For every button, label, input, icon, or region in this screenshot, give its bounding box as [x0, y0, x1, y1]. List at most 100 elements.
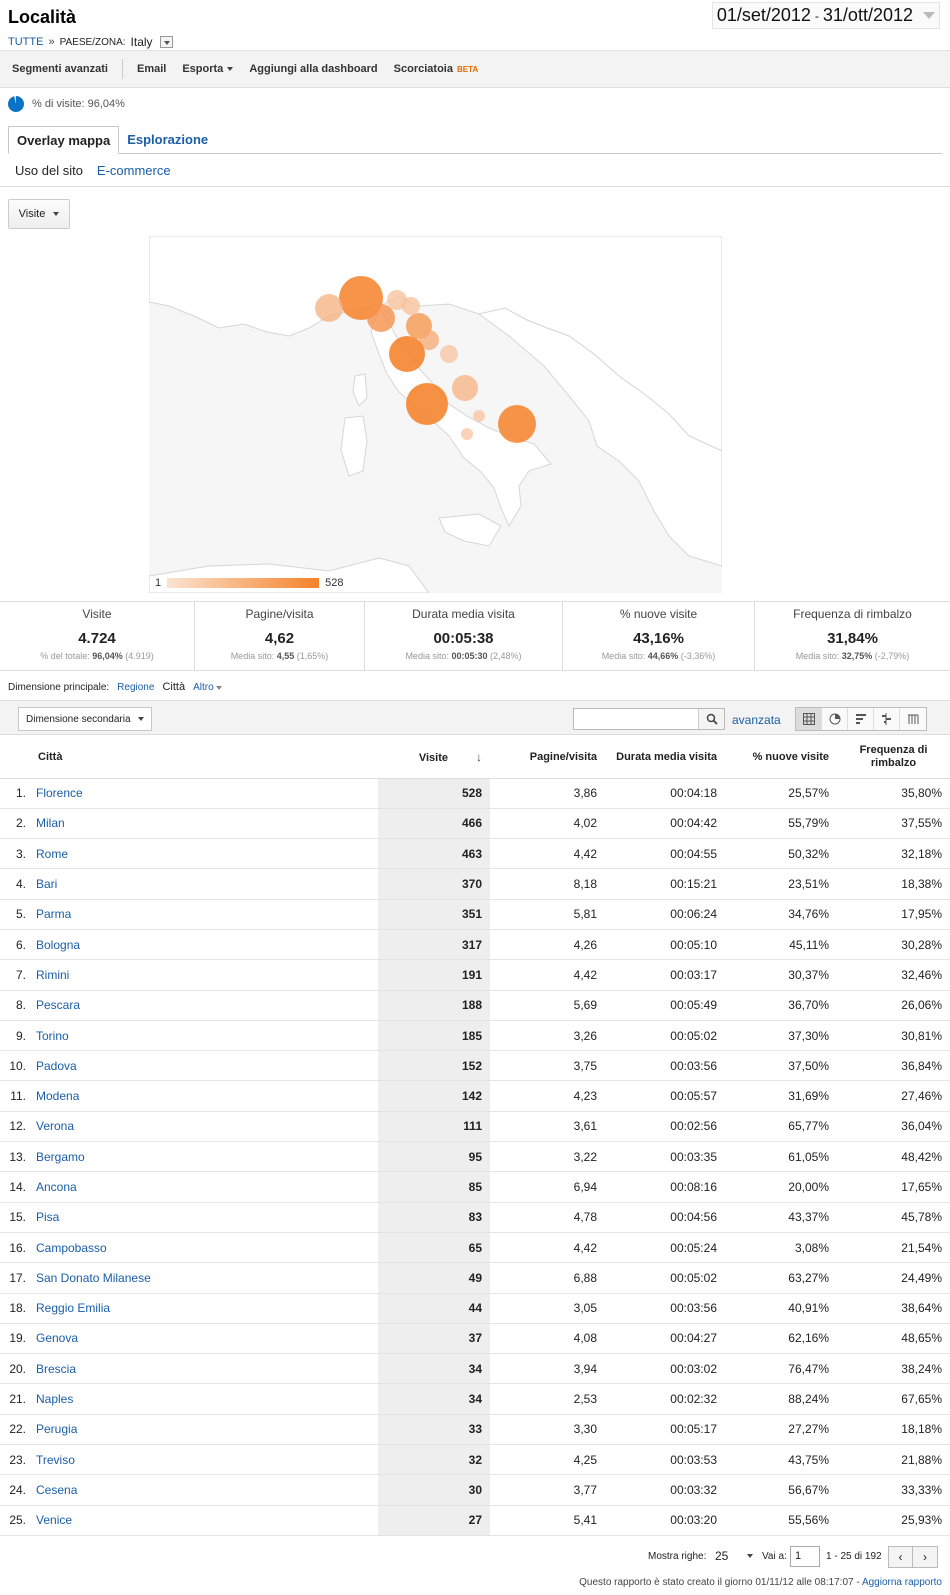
city-link[interactable]: Brescia	[30, 1353, 378, 1385]
dimension-more-link[interactable]: Altro	[193, 682, 223, 693]
city-link[interactable]: Pescara	[30, 990, 378, 1021]
date-end: 31/ott/2012	[822, 5, 913, 25]
row-number: 21.	[0, 1383, 30, 1415]
city-link[interactable]: Parma	[30, 899, 378, 930]
bubble-florence[interactable]	[389, 336, 425, 372]
pages-cell: 4,26	[490, 929, 605, 961]
advanced-filter-link[interactable]: avanzata	[732, 713, 781, 727]
bubble-padova[interactable]	[402, 297, 420, 315]
city-link[interactable]: Florence	[30, 778, 378, 809]
new-visits-cell: 31,69%	[725, 1080, 837, 1112]
summary-label: Frequenza di rimbalzo	[793, 607, 912, 621]
secondary-dimension-label: Dimensione secondaria	[26, 713, 131, 725]
city-link[interactable]: Rome	[30, 838, 378, 870]
pivot-view-icon[interactable]	[900, 708, 926, 730]
bar-view-icon[interactable]	[848, 708, 874, 730]
breadcrumb-separator: »	[48, 36, 55, 48]
column-header-duration[interactable]: Durata media visita	[605, 736, 725, 779]
table-row: 3. Rome 463 4,42 00:04:55 50,32% 32,18%	[0, 838, 950, 870]
bubble-campobasso[interactable]	[473, 410, 485, 422]
geo-map[interactable]: 1 528	[149, 236, 722, 593]
advanced-segments-button[interactable]: Segmenti avanzati	[0, 63, 116, 75]
new-visits-cell: 65,77%	[725, 1111, 837, 1143]
add-to-dashboard-button[interactable]: Aggiungi alla dashboard	[241, 63, 385, 75]
new-visits-cell: 3,08%	[725, 1232, 837, 1264]
city-link[interactable]: Treviso	[30, 1444, 378, 1476]
new-visits-cell: 36,70%	[725, 990, 837, 1021]
compare-view-icon[interactable]	[874, 708, 900, 730]
summary-sub: Media sito: 44,66% (-3,36%)	[601, 651, 716, 661]
secondary-dimension-dropdown[interactable]: Dimensione secondaria	[18, 707, 152, 731]
city-link[interactable]: San Donato Milanese	[30, 1262, 378, 1294]
city-link[interactable]: Bari	[30, 868, 378, 900]
table-row: 10. Padova 152 3,75 00:03:56 37,50% 36,84%	[0, 1050, 950, 1082]
city-link[interactable]: Pisa	[30, 1202, 378, 1233]
city-link[interactable]: Campobasso	[30, 1232, 378, 1264]
column-header-city[interactable]: Città	[0, 736, 378, 779]
city-link[interactable]: Verona	[30, 1111, 378, 1143]
city-link[interactable]: Ancona	[30, 1171, 378, 1203]
column-header-visits[interactable]: Visite ↓	[378, 736, 490, 779]
new-visits-cell: 76,47%	[725, 1353, 837, 1385]
breadcrumb-all-link[interactable]: TUTTE	[8, 36, 43, 48]
table-view-icon[interactable]	[796, 708, 822, 730]
prev-page-button[interactable]: ‹	[889, 1547, 913, 1567]
pie-view-icon[interactable]	[822, 708, 848, 730]
search-button[interactable]	[698, 709, 724, 729]
visits-cell: 95	[378, 1141, 490, 1173]
new-visits-cell: 63,27%	[725, 1262, 837, 1294]
city-link[interactable]: Milan	[30, 808, 378, 840]
chevron-down-icon	[138, 717, 144, 721]
bubble-parma[interactable]	[367, 304, 395, 332]
bubble-torino[interactable]	[315, 294, 343, 322]
tab-map-overlay[interactable]: Overlay mappa	[8, 126, 120, 154]
city-link[interactable]: Naples	[30, 1383, 378, 1415]
city-link[interactable]: Perugia	[30, 1414, 378, 1446]
bubble-rome[interactable]	[406, 383, 448, 425]
city-link[interactable]: Genova	[30, 1323, 378, 1355]
shortcut-button[interactable]: Scorciatoia BETA	[386, 63, 487, 75]
metric-dropdown[interactable]: Visite	[8, 199, 70, 229]
next-page-button[interactable]: ›	[913, 1547, 937, 1567]
table-row: 23. Treviso 32 4,25 00:03:53 43,75% 21,88%	[0, 1444, 950, 1476]
city-link[interactable]: Modena	[30, 1080, 378, 1112]
city-link[interactable]: Cesena	[30, 1474, 378, 1506]
dimension-region-link[interactable]: Regione	[117, 682, 154, 693]
visits-cell: 463	[378, 838, 490, 870]
bubble-pescara[interactable]	[452, 375, 478, 401]
bubble-naples[interactable]	[461, 428, 473, 440]
row-number: 15.	[0, 1202, 30, 1233]
column-header-bounce[interactable]: Frequenza di rimbalzo	[837, 736, 950, 779]
subtab-ecommerce[interactable]: E-commerce	[90, 163, 178, 178]
export-button[interactable]: Esporta	[174, 63, 241, 75]
subtab-site-usage[interactable]: Uso del sito	[0, 163, 90, 178]
city-link[interactable]: Rimini	[30, 959, 378, 991]
tab-explorer[interactable]: Esplorazione	[119, 126, 216, 153]
city-link[interactable]: Venice	[30, 1505, 378, 1536]
summary-value: 4.724	[78, 630, 116, 647]
row-number: 1.	[0, 778, 30, 809]
city-link[interactable]: Bergamo	[30, 1141, 378, 1173]
country-dropdown-button[interactable]	[159, 36, 173, 48]
city-link[interactable]: Torino	[30, 1020, 378, 1052]
visits-cell: 528	[378, 778, 490, 809]
pages-cell: 4,42	[490, 959, 605, 991]
date-range-picker[interactable]: 01/set/2012 - 31/ott/2012	[711, 2, 940, 29]
duration-cell: 00:03:20	[605, 1505, 725, 1536]
goto-input[interactable]: 1	[790, 1546, 820, 1567]
bounce-cell: 48,42%	[837, 1141, 950, 1173]
city-link[interactable]: Reggio Emilia	[30, 1293, 378, 1324]
email-button[interactable]: Email	[129, 63, 174, 75]
pages-cell: 3,05	[490, 1293, 605, 1324]
bubble-ancona[interactable]	[440, 345, 458, 363]
rows-per-page-select[interactable]: 25	[712, 1546, 756, 1566]
bubble-bari[interactable]	[498, 405, 536, 443]
refresh-report-link[interactable]: Aggiorna rapporto	[862, 1577, 942, 1588]
city-link[interactable]: Padova	[30, 1050, 378, 1082]
column-header-pages[interactable]: Pagine/visita	[490, 736, 605, 779]
visits-cell: 65	[378, 1232, 490, 1264]
table-search-input[interactable]	[573, 708, 725, 730]
city-link[interactable]: Bologna	[30, 929, 378, 961]
column-header-new-visits[interactable]: % nuove visite	[725, 736, 837, 779]
visits-cell: 85	[378, 1171, 490, 1203]
